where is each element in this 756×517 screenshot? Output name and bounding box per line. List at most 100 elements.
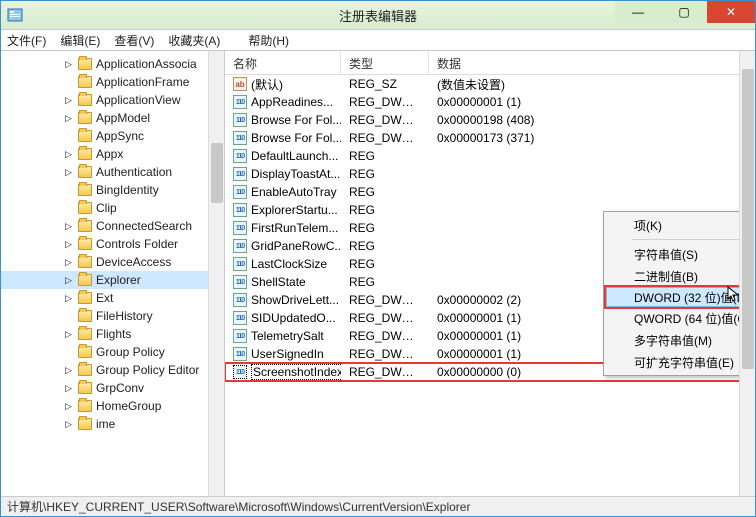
tree-expand-icon[interactable]: ▷ <box>63 365 74 376</box>
value-type-icon <box>233 311 247 325</box>
tree-expand-icon[interactable]: ▷ <box>63 419 74 430</box>
tree-item[interactable]: Clip <box>1 199 224 217</box>
folder-icon <box>78 220 92 232</box>
tree-item[interactable]: FileHistory <box>1 307 224 325</box>
tree-item[interactable]: ▷ApplicationAssocia <box>1 55 224 73</box>
col-name[interactable]: 名称 <box>225 51 341 74</box>
context-menu-item[interactable]: QWORD (64 位)值(Q) <box>606 307 755 329</box>
folder-icon <box>78 256 92 268</box>
tree-expand-icon[interactable]: ▷ <box>63 239 74 250</box>
menu-item[interactable]: 文件(F) <box>7 32 46 49</box>
value-row[interactable]: DefaultLaunch...REG <box>225 147 755 165</box>
folder-icon <box>78 238 92 250</box>
value-type-icon <box>233 221 247 235</box>
tree-item[interactable]: ▷AppModel <box>1 109 224 127</box>
tree-item[interactable]: ▷HomeGroup <box>1 397 224 415</box>
value-row[interactable]: AppReadines...REG_DWORD0x00000001 (1) <box>225 93 755 111</box>
tree-expand-icon[interactable]: ▷ <box>63 59 74 70</box>
tree-expand-icon[interactable]: ▷ <box>63 257 74 268</box>
folder-icon <box>78 148 92 160</box>
tree-expand-icon[interactable]: ▷ <box>63 383 74 394</box>
folder-icon <box>78 364 92 376</box>
statusbar-path: 计算机\HKEY_CURRENT_USER\Software\Microsoft… <box>7 498 470 515</box>
menu-item[interactable]: 查看(V) <box>114 32 154 49</box>
tree-item[interactable]: ▷Group Policy Editor <box>1 361 224 379</box>
folder-icon <box>78 202 92 214</box>
folder-icon <box>78 292 92 304</box>
tree-item[interactable]: ▷Explorer <box>1 271 224 289</box>
value-row[interactable]: EnableAutoTrayREG <box>225 183 755 201</box>
tree-item[interactable]: ▷Controls Folder <box>1 235 224 253</box>
folder-icon <box>78 130 92 142</box>
registry-tree[interactable]: ▷ApplicationAssociaApplicationFrame▷Appl… <box>1 51 225 496</box>
folder-icon <box>78 310 92 322</box>
tree-expand-icon[interactable] <box>63 77 74 88</box>
value-type-icon <box>233 185 247 199</box>
value-type-icon <box>233 347 247 361</box>
tree-expand-icon[interactable]: ▷ <box>63 275 74 286</box>
tree-item[interactable]: ▷Appx <box>1 145 224 163</box>
tree-item[interactable]: ▷Flights <box>1 325 224 343</box>
value-type-icon <box>233 293 247 307</box>
tree-expand-icon[interactable] <box>63 203 74 214</box>
tree-expand-icon[interactable]: ▷ <box>63 95 74 106</box>
value-row[interactable]: DisplayToastAt...REG <box>225 165 755 183</box>
menubar: 文件(F) 编辑(E) 查看(V) 收藏夹(A) 帮助(H) <box>1 29 755 51</box>
context-menu-item[interactable]: 多字符串值(M) <box>606 329 755 351</box>
list-header[interactable]: 名称 类型 数据 <box>225 51 755 75</box>
tree-item[interactable]: ▷DeviceAccess <box>1 253 224 271</box>
context-menu-item[interactable]: 项(K) <box>606 214 755 236</box>
value-type-icon <box>233 167 247 181</box>
tree-expand-icon[interactable] <box>63 311 74 322</box>
content-area: ▷ApplicationAssociaApplicationFrame▷Appl… <box>1 51 755 496</box>
context-menu-item[interactable]: 字符串值(S) <box>606 243 755 265</box>
tree-expand-icon[interactable]: ▷ <box>63 149 74 160</box>
menu-item[interactable]: 收藏夹(A) <box>168 32 220 49</box>
value-row[interactable]: Browse For Fol...REG_DWORD0x00000198 (40… <box>225 111 755 129</box>
value-type-icon <box>233 257 247 271</box>
tree-scrollbar[interactable] <box>208 51 224 496</box>
tree-item[interactable]: AppSync <box>1 127 224 145</box>
context-menu-item[interactable]: 二进制值(B) <box>606 265 755 287</box>
value-row[interactable]: (默认)REG_SZ(数值未设置) <box>225 75 755 93</box>
tree-expand-icon[interactable] <box>63 185 74 196</box>
context-menu-item[interactable]: 可扩充字符串值(E) <box>606 351 755 373</box>
tree-item[interactable]: Group Policy <box>1 343 224 361</box>
tree-item[interactable]: ▷Ext <box>1 289 224 307</box>
tree-expand-icon[interactable]: ▷ <box>63 401 74 412</box>
tree-item[interactable]: ▷ApplicationView <box>1 91 224 109</box>
tree-expand-icon[interactable]: ▷ <box>63 329 74 340</box>
tree-expand-icon[interactable]: ▷ <box>63 167 74 178</box>
tree-item[interactable]: ▷ime <box>1 415 224 433</box>
tree-expand-icon[interactable]: ▷ <box>63 113 74 124</box>
folder-icon <box>78 328 92 340</box>
folder-icon <box>78 76 92 88</box>
folder-icon <box>78 418 92 430</box>
menu-item[interactable]: 编辑(E) <box>60 32 100 49</box>
col-data[interactable]: 数据 <box>429 51 755 74</box>
folder-icon <box>78 346 92 358</box>
tree-expand-icon[interactable]: ▷ <box>63 293 74 304</box>
tree-expand-icon[interactable] <box>63 347 74 358</box>
tree-item[interactable]: BingIdentity <box>1 181 224 199</box>
tree-item[interactable]: ▷Authentication <box>1 163 224 181</box>
folder-icon <box>78 94 92 106</box>
tree-item[interactable]: ▷GrpConv <box>1 379 224 397</box>
maximize-button[interactable]: ▢ <box>661 1 707 23</box>
window-controls: — ▢ ✕ <box>615 1 755 23</box>
value-type-icon <box>233 131 247 145</box>
tree-expand-icon[interactable] <box>63 131 74 142</box>
regedit-window: 注册表编辑器 — ▢ ✕ 文件(F)编辑(E)查看(V)收藏夹(A)帮助(H) … <box>0 0 756 517</box>
tree-item[interactable]: ApplicationFrame <box>1 73 224 91</box>
titlebar[interactable]: 注册表编辑器 — ▢ ✕ <box>1 1 755 29</box>
minimize-button[interactable]: — <box>615 1 661 23</box>
value-row[interactable]: Browse For Fol...REG_DWORD0x00000173 (37… <box>225 129 755 147</box>
col-type[interactable]: 类型 <box>341 51 429 74</box>
value-type-icon <box>233 77 247 91</box>
menu-item[interactable]: 帮助(H) <box>248 32 289 49</box>
list-scrollbar[interactable] <box>739 51 755 496</box>
folder-icon <box>78 166 92 178</box>
tree-item[interactable]: ▷ConnectedSearch <box>1 217 224 235</box>
close-button[interactable]: ✕ <box>707 1 755 23</box>
tree-expand-icon[interactable]: ▷ <box>63 221 74 232</box>
